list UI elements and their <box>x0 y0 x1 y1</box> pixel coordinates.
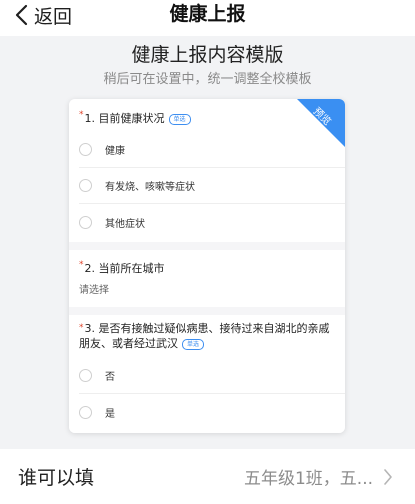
city-select-placeholder: 请选择 <box>79 285 109 296</box>
question-3: *3. 是否有接触过疑似病患、接待过来自湖北的亲戚 朋友、或者经过武汉 单选 否 … <box>69 315 345 433</box>
chevron-left-icon <box>15 4 28 26</box>
radio-icon <box>79 215 92 229</box>
back-label: 返回 <box>34 5 73 28</box>
radio-icon <box>79 143 92 156</box>
required-mark: * <box>79 260 84 270</box>
nav-bar: 健康上报 返回 <box>0 0 415 36</box>
radio-icon <box>79 369 92 382</box>
radio-icon <box>79 405 92 419</box>
back-button[interactable]: 返回 <box>14 0 72 30</box>
radio-icon <box>79 179 92 192</box>
option-label: 否 <box>105 372 115 383</box>
question-3-text-line1: 3. 是否有接触过疑似病患、接待过来自湖北的亲戚 <box>84 322 330 335</box>
option-yes[interactable]: 是 <box>79 394 345 430</box>
question-2[interactable]: *2. 当前所在城市 请选择 <box>69 250 345 307</box>
question-2-text: 2. 当前所在城市 <box>84 262 165 275</box>
template-title: 健康上报内容模版 <box>131 44 284 66</box>
option-label: 有发烧、咳嗽等症状 <box>105 182 195 193</box>
option-fever-cough[interactable]: 有发烧、咳嗽等症状 <box>79 168 345 204</box>
question-3-text-line2: 朋友、或者经过武汉 <box>79 337 178 350</box>
option-label: 是 <box>105 408 115 420</box>
fill-scope-label: 谁可以填 <box>18 467 95 489</box>
preview-ribbon: 预览 <box>297 99 345 147</box>
option-other-symptoms[interactable]: 其他症状 <box>79 204 345 240</box>
question-1-text: 1. 目前健康状况 <box>84 112 165 125</box>
question-1-title: *1. 目前健康状况 单选 <box>79 110 191 126</box>
question-2-title: *2. 当前所在城市 <box>79 260 165 276</box>
template-subtitle: 稍后可在设置中，统一调整全校模板 <box>103 72 312 87</box>
option-label: 其他症状 <box>105 218 145 230</box>
chevron-right-icon <box>384 468 392 485</box>
fill-scope-value: 五年级1班，五... <box>243 469 373 489</box>
required-mark: * <box>79 110 84 120</box>
question-3-title: *3. 是否有接触过疑似病患、接待过来自湖北的亲戚 朋友、或者经过武汉 单选 <box>79 321 330 351</box>
option-no[interactable]: 否 <box>79 358 345 394</box>
required-mark: * <box>79 323 84 333</box>
form-preview-card: *1. 目前健康状况 单选 健康 有发烧、咳嗽等症状 其他症状 *2. 当前所在城… <box>69 99 345 433</box>
single-choice-tag: 单选 <box>182 338 205 350</box>
single-choice-tag: 单选 <box>168 113 191 125</box>
fill-scope-row[interactable]: 谁可以填 五年级1班，五... <box>0 449 415 504</box>
option-label: 健康 <box>105 146 125 157</box>
